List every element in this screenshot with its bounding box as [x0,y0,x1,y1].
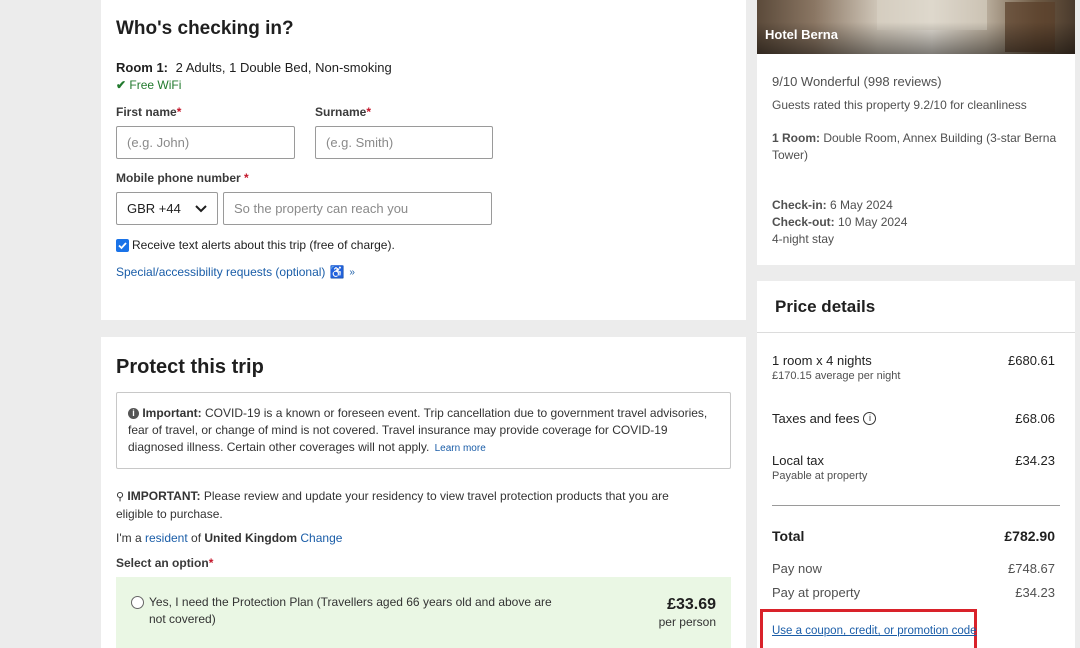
first-name-input[interactable]: (e.g. John) [116,126,295,159]
surname-input[interactable]: (e.g. Smith) [315,126,493,159]
first-name-placeholder: (e.g. John) [127,135,190,150]
phone-input[interactable]: So the property can reach you [223,192,492,225]
pay-property-label: Pay at property [772,585,861,600]
required-mark: * [176,105,182,119]
total-divider [772,505,1060,506]
select-option-label-text: Select an option [116,556,209,570]
hotel-photo: Hotel Berna [757,0,1075,54]
accessibility-icon: ♿ [329,265,345,279]
stay-length: 4-night stay [772,232,835,246]
checkout-date-label: Check-out: [772,215,835,229]
rooms-label: 1 room x 4 nights [772,353,872,368]
protection-yes-text: Yes, I need the Protection Plan (Travell… [149,595,552,626]
resident-country: United Kingdom [204,531,298,545]
hotel-cleanliness: Guests rated this property 9.2/10 for cl… [772,98,1027,112]
covid-important-text: COVID-19 is a known or foreseen event. T… [128,406,708,454]
price-title: Price details [775,297,876,316]
resident-of: of [191,531,202,545]
hotel-rating: 9/10 Wonderful (998 reviews) [772,74,942,89]
required-mark: * [366,105,372,119]
phone-label-text: Mobile phone number [116,171,241,185]
checkmark-icon [118,241,127,249]
country-code-value: GBR +44 [127,201,181,216]
room-desc: 2 Adults, 1 Double Bed, Non-smoking [175,60,392,75]
coupon-link[interactable]: Use a coupon, credit, or promotion code [772,625,977,637]
required-mark: * [208,556,214,570]
surname-label: Surname* [315,105,371,119]
special-requests-label: Special/accessibility requests (optional… [116,265,326,279]
change-residency-link[interactable]: Change [300,531,342,545]
protection-yes-price: £33.69 [667,596,716,613]
special-requests-toggle[interactable]: Special/accessibility requests (optional… [116,265,355,279]
info-circle-icon[interactable]: i [863,412,877,425]
covid-important-label: Important: [142,406,202,420]
covid-notice-text: i Important: COVID-19 is a known or fore… [128,405,713,457]
protection-option-yes[interactable]: Yes, I need the Protection Plan (Travell… [116,577,731,648]
taxes-value: £68.06 [1015,411,1055,426]
free-wifi: ✔ Free WiFi [116,78,181,92]
required-mark: * [240,171,249,185]
country-code-select[interactable]: GBR +44 [116,192,218,225]
check-icon: ✔ [116,78,127,92]
covid-notice: i Important: COVID-19 is a known or fore… [116,392,731,469]
checkin-card: Who's checking in? Room 1: 2 Adults, 1 D… [101,0,746,320]
protect-card: Protect this trip i Important: COVID-19 … [101,337,746,648]
total-label: Total [772,528,805,544]
taxes-row: Taxes and fees i [772,411,877,426]
free-wifi-label: Free WiFi [129,78,182,92]
protection-yes-per: per person [658,615,716,629]
protection-yes-radio[interactable] [131,596,144,609]
coupon-highlight-box: Use a coupon, credit, or promotion code [760,609,977,648]
rooms-sub: £170.15 average per night [772,370,901,382]
pay-now-value: £748.67 [1008,561,1055,576]
resident-line: I'm a resident of United Kingdom Change [116,531,342,545]
first-name-label-text: First name [116,105,177,119]
pay-now-label: Pay now [772,561,822,576]
price-details-card: Price details 1 room x 4 nights £170.15 … [757,281,1075,648]
hotel-room-label: 1 Room: [772,131,820,145]
residency-notice: ⚲ IMPORTANT: Please review and update yo… [116,488,696,523]
checkin-date-value: 6 May 2024 [830,198,893,212]
local-tax-label: Local tax [772,453,825,468]
phone-placeholder: So the property can reach you [234,201,409,216]
price-title-divider [757,332,1075,333]
checkout-date-value: 10 May 2024 [838,215,908,229]
resident-prefix: I'm a [116,531,142,545]
location-pin-icon: ⚲ [116,491,125,503]
hotel-name: Hotel Berna [765,27,838,42]
checkout-date-line: Check-out: 10 May 2024 [772,215,907,229]
taxes-label: Taxes and fees [772,411,860,426]
phone-label: Mobile phone number * [116,171,249,185]
room-line: Room 1: 2 Adults, 1 Double Bed, Non-smok… [116,60,392,75]
total-value: £782.90 [1004,528,1055,544]
checkin-title: Who's checking in? [116,18,294,39]
hotel-room: 1 Room: Double Room, Annex Building (3-s… [772,130,1057,164]
pay-property-value: £34.23 [1015,585,1055,600]
protect-title: Protect this trip [116,356,264,378]
chevron-down-icon [195,204,207,212]
local-tax-value: £34.23 [1015,453,1055,468]
surname-placeholder: (e.g. Smith) [326,135,394,150]
text-alerts-row: Receive text alerts about this trip (fre… [116,238,395,252]
surname-label-text: Surname [315,105,367,119]
info-icon: i [128,408,139,419]
local-tax-sub: Payable at property [772,470,868,482]
learn-more-link[interactable]: Learn more [435,443,486,454]
double-chevron-down-icon: » [349,266,355,278]
room-label: Room 1: [116,60,168,75]
checkin-date-label: Check-in: [772,198,827,212]
resident-link[interactable]: resident [145,531,188,545]
select-option-label: Select an option* [116,556,213,570]
hotel-summary-card: Hotel Berna 9/10 Wonderful (998 reviews)… [757,0,1075,265]
checkin-date-line: Check-in: 6 May 2024 [772,198,893,212]
text-alerts-label: Receive text alerts about this trip (fre… [132,238,395,252]
rooms-value: £680.61 [1008,353,1055,368]
residency-label: IMPORTANT: [127,489,201,503]
first-name-label: First name* [116,105,181,119]
text-alerts-checkbox[interactable] [116,238,129,252]
